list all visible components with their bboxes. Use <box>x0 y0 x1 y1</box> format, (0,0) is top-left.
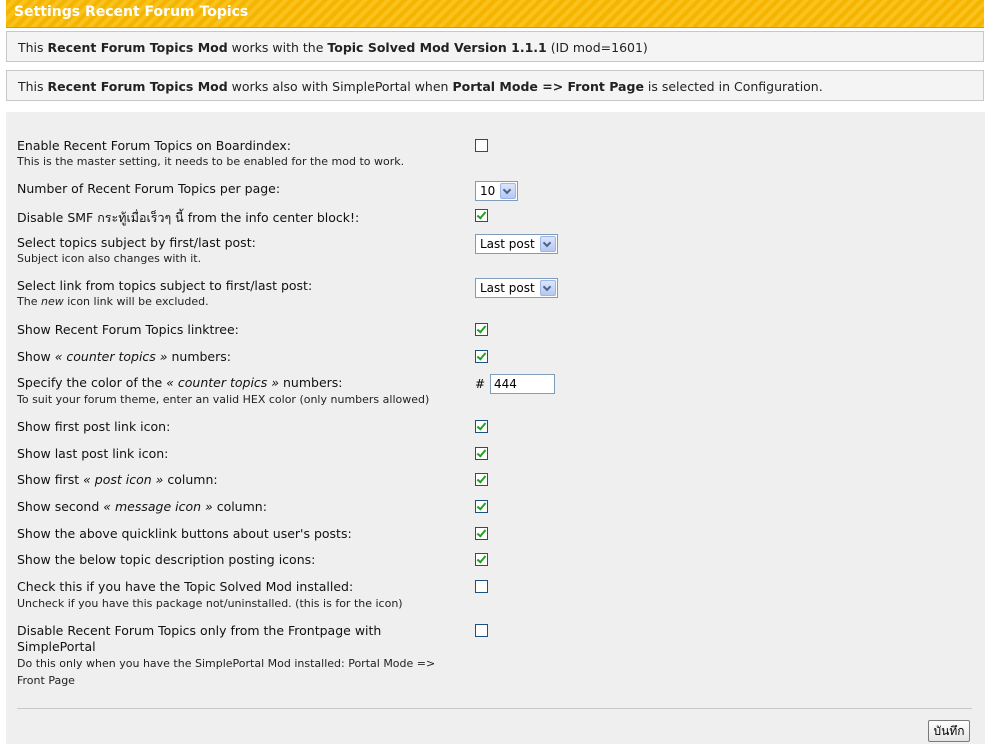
disable-smf-checkbox[interactable] <box>475 209 488 222</box>
setting-label: Number of Recent Forum Topics per page: <box>17 181 281 196</box>
quicklink-checkbox[interactable] <box>475 527 488 540</box>
setting-label: Show first « post icon » column: <box>17 472 218 487</box>
first-post-icon-checkbox[interactable] <box>475 420 488 433</box>
frontpage-checkbox[interactable] <box>475 624 488 637</box>
subject-by-select[interactable]: Last post <box>475 234 558 254</box>
setting-label: Select link from topics subject to first… <box>17 278 313 293</box>
chevron-down-icon <box>500 183 516 199</box>
setting-label: Check this if you have the Topic Solved … <box>17 579 354 594</box>
setting-description: Do this only when you have the SimplePor… <box>17 657 436 670</box>
info-text: This Recent Forum Topics Mod works with … <box>18 40 648 55</box>
topic-solved-checkbox[interactable] <box>475 580 488 593</box>
setting-label: Disable SMF กระทู้เมื่อเร็วๆ นี้ from th… <box>17 210 360 225</box>
per-page-select[interactable]: 10 <box>475 181 518 201</box>
setting-label: Specify the color of the « counter topic… <box>17 375 343 390</box>
subject-link-select[interactable]: Last post <box>475 278 558 298</box>
setting-label: Enable Recent Forum Topics on Boardindex… <box>17 138 291 153</box>
settings-title-bar: Settings Recent Forum Topics <box>6 0 984 28</box>
setting-label: Disable Recent Forum Topics only from th… <box>17 623 382 638</box>
setting-description: Uncheck if you have this package not/uni… <box>17 597 403 610</box>
setting-description-cont: Front Page <box>17 674 75 687</box>
enable-checkbox[interactable] <box>475 139 488 152</box>
linktree-checkbox[interactable] <box>475 323 488 336</box>
message-icon-column-checkbox[interactable] <box>475 500 488 513</box>
save-button[interactable]: บันทึก <box>928 720 970 742</box>
setting-label: Show first post link icon: <box>17 419 171 434</box>
divider <box>17 708 972 709</box>
info-box-topic-solved: This Recent Forum Topics Mod works with … <box>6 31 984 62</box>
posting-icons-checkbox[interactable] <box>475 553 488 566</box>
setting-description: This is the master setting, it needs to … <box>17 155 405 168</box>
last-post-icon-checkbox[interactable] <box>475 447 488 460</box>
hash-prefix: # <box>475 377 486 391</box>
post-icon-column-checkbox[interactable] <box>475 473 488 486</box>
setting-description: The new icon link will be excluded. <box>17 295 209 308</box>
setting-label-cont: SimplePortal <box>17 639 96 654</box>
setting-description: Subject icon also changes with it. <box>17 252 202 265</box>
setting-label: Show the above quicklink buttons about u… <box>17 526 352 541</box>
counter-topics-checkbox[interactable] <box>475 350 488 363</box>
setting-label: Show « counter topics » numbers: <box>17 349 231 364</box>
chevron-down-icon <box>540 280 556 296</box>
setting-label: Show last post link icon: <box>17 446 169 461</box>
setting-label: Show the below topic description posting… <box>17 552 316 567</box>
settings-panel: Enable Recent Forum Topics on Boardindex… <box>6 112 985 744</box>
setting-label: Show Recent Forum Topics linktree: <box>17 322 239 337</box>
setting-label: Select topics subject by first/last post… <box>17 235 256 250</box>
counter-color-input[interactable]: 444 <box>490 374 555 394</box>
info-box-simpleportal: This Recent Forum Topics Mod works also … <box>6 70 984 101</box>
info-text: This Recent Forum Topics Mod works also … <box>18 79 823 94</box>
setting-description: To suit your forum theme, enter an valid… <box>17 393 430 406</box>
chevron-down-icon <box>540 236 556 252</box>
setting-label: Show second « message icon » column: <box>17 499 267 514</box>
page-title: Settings Recent Forum Topics <box>14 4 249 20</box>
